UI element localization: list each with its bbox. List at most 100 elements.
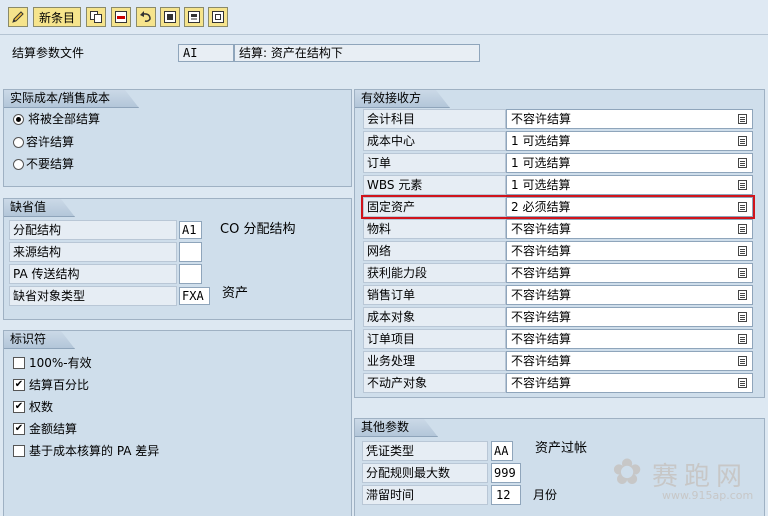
document-type-description: 资产过帐 <box>535 441 588 456</box>
receiver-settlement-value: 不容许结算 <box>511 288 572 302</box>
max-distribution-rules-label: 分配规则最大数 <box>362 463 488 483</box>
radio-settle-fully-label: 将被全部结算 <box>28 112 101 126</box>
receiver-settlement-value: 不容许结算 <box>511 354 572 368</box>
document-type-input[interactable]: AA <box>491 441 513 461</box>
settlement-profile-label: 结算参数文件 <box>12 46 85 60</box>
dropdown-list-icon[interactable] <box>738 268 747 278</box>
select-block-icon[interactable] <box>184 7 204 27</box>
source-structure-label: 来源结构 <box>9 242 177 262</box>
receiver-label: 订单 <box>363 153 506 173</box>
radio-settlement-allowed[interactable] <box>13 137 24 148</box>
dropdown-list-icon[interactable] <box>738 114 747 124</box>
checkbox-pa-variance-costing-label: 基于成本核算的 PA 差异 <box>29 444 160 458</box>
other-params-group-title: 其他参数 <box>355 419 438 437</box>
dropdown-list-icon[interactable] <box>738 378 747 388</box>
default-object-type-input[interactable]: FXA <box>179 287 210 305</box>
radio-settlement-allowed-label: 容许结算 <box>26 135 75 149</box>
receiver-label: 销售订单 <box>363 285 506 305</box>
defaults-group-title: 缺省值 <box>4 199 75 217</box>
receiver-label: 不动产对象 <box>363 373 506 393</box>
select-all-icon[interactable] <box>160 7 180 27</box>
receiver-settlement-value: 不容许结算 <box>511 376 572 390</box>
receiver-settlement-dropdown[interactable]: 1 可选结算 <box>506 153 753 173</box>
watermark-brand: 赛跑网 <box>652 462 749 492</box>
checkbox-percent-settlement[interactable]: ✔ <box>13 379 25 391</box>
alloc-structure-description: CO 分配结构 <box>220 222 296 237</box>
deselect-all-icon[interactable] <box>208 7 228 27</box>
dropdown-list-icon[interactable] <box>738 356 747 366</box>
indicators-group: 标识符 100%-有效 ✔ 结算百分比 ✔ 权数 ✔ 金额结算 基于成本核算的 … <box>3 330 352 516</box>
receiver-settlement-dropdown[interactable]: 不容许结算 <box>506 351 753 371</box>
receiver-label: 网络 <box>363 241 506 261</box>
receiver-settlement-dropdown[interactable]: 1 可选结算 <box>506 131 753 151</box>
defaults-group: 缺省值 分配结构 A1 CO 分配结构 来源结构 PA 传送结构 缺省对象类型 … <box>3 198 352 320</box>
receiver-settlement-value: 1 可选结算 <box>511 178 571 192</box>
dropdown-list-icon[interactable] <box>738 136 747 146</box>
receiver-settlement-value: 不容许结算 <box>511 112 572 126</box>
dropdown-list-icon[interactable] <box>738 312 747 322</box>
receiver-label: 获利能力段 <box>363 263 506 283</box>
receiver-label: 会计科目 <box>363 109 506 129</box>
receiver-label: WBS 元素 <box>363 175 506 195</box>
application-toolbar: 新条目 <box>0 0 768 35</box>
settlement-profile-description[interactable]: 结算: 资产在结构下 <box>234 44 480 62</box>
checkbox-100-percent-valid[interactable] <box>13 357 25 369</box>
default-object-type-description: 资产 <box>222 286 249 301</box>
residence-time-input[interactable]: 12 <box>491 485 521 505</box>
dropdown-list-icon[interactable] <box>738 180 747 190</box>
pa-transfer-structure-input[interactable] <box>179 264 202 284</box>
watermark-logo-icon: ✿ <box>612 452 643 493</box>
max-distribution-rules-input[interactable]: 999 <box>491 463 521 483</box>
receiver-settlement-dropdown[interactable]: 不容许结算 <box>506 263 753 283</box>
receiver-settlement-value: 不容许结算 <box>511 332 572 346</box>
residence-time-label: 滞留时间 <box>362 485 488 505</box>
alloc-structure-input[interactable]: A1 <box>179 221 202 239</box>
dropdown-list-icon[interactable] <box>738 290 747 300</box>
receiver-settlement-value: 1 可选结算 <box>511 156 571 170</box>
checkbox-amount-settlement[interactable]: ✔ <box>13 423 25 435</box>
settlement-profile-code: AI <box>178 44 234 62</box>
checkbox-100-percent-valid-label: 100%-有效 <box>29 356 92 370</box>
receiver-label: 成本中心 <box>363 131 506 151</box>
copy-icon[interactable] <box>86 7 106 27</box>
document-type-label: 凭证类型 <box>362 441 488 461</box>
highlight-box <box>361 195 755 219</box>
receiver-settlement-value: 不容许结算 <box>511 310 572 324</box>
receiver-label: 订单项目 <box>363 329 506 349</box>
receiver-settlement-value: 不容许结算 <box>511 244 572 258</box>
receiver-settlement-dropdown[interactable]: 不容许结算 <box>506 109 753 129</box>
valid-receivers-group-title: 有效接收方 <box>355 90 450 108</box>
receiver-settlement-value: 1 可选结算 <box>511 134 571 148</box>
new-entries-button[interactable]: 新条目 <box>33 7 81 27</box>
receiver-label: 物料 <box>363 219 506 239</box>
receiver-settlement-dropdown[interactable]: 不容许结算 <box>506 307 753 327</box>
checkbox-pa-variance-costing[interactable] <box>13 445 25 457</box>
pa-transfer-structure-label: PA 传送结构 <box>9 264 177 284</box>
actual-cost-group-title: 实际成本/销售成本 <box>4 90 139 108</box>
edit-icon[interactable] <box>8 7 28 27</box>
dropdown-list-icon[interactable] <box>738 158 747 168</box>
residence-time-unit: 月份 <box>533 488 558 502</box>
checkbox-percent-settlement-label: 结算百分比 <box>29 378 90 392</box>
delete-icon[interactable] <box>111 7 131 27</box>
checkbox-equivalence-numbers[interactable]: ✔ <box>13 401 25 413</box>
undo-icon[interactable] <box>136 7 156 27</box>
radio-settle-fully[interactable] <box>13 114 24 125</box>
receiver-settlement-dropdown[interactable]: 不容许结算 <box>506 329 753 349</box>
dropdown-list-icon[interactable] <box>738 246 747 256</box>
receiver-settlement-dropdown[interactable]: 不容许结算 <box>506 285 753 305</box>
radio-no-settlement[interactable] <box>13 159 24 170</box>
valid-receivers-group: 有效接收方 会计科目 不容许结算 成本中心 1 可选结算 订单 1 可选结算 WBS 元素 1… <box>354 89 765 398</box>
receiver-settlement-dropdown[interactable]: 1 可选结算 <box>506 175 753 195</box>
receiver-label: 成本对象 <box>363 307 506 327</box>
source-structure-input[interactable] <box>179 242 202 262</box>
receiver-settlement-dropdown[interactable]: 不容许结算 <box>506 241 753 261</box>
receiver-settlement-value: 不容许结算 <box>511 266 572 280</box>
actual-cost-group: 实际成本/销售成本 将被全部结算 容许结算 不要结算 <box>3 89 352 187</box>
receiver-settlement-dropdown[interactable]: 不容许结算 <box>506 219 753 239</box>
alloc-structure-label: 分配结构 <box>9 220 177 240</box>
radio-no-settlement-label: 不要结算 <box>26 157 75 171</box>
receiver-settlement-dropdown[interactable]: 不容许结算 <box>506 373 753 393</box>
dropdown-list-icon[interactable] <box>738 334 747 344</box>
dropdown-list-icon[interactable] <box>738 224 747 234</box>
